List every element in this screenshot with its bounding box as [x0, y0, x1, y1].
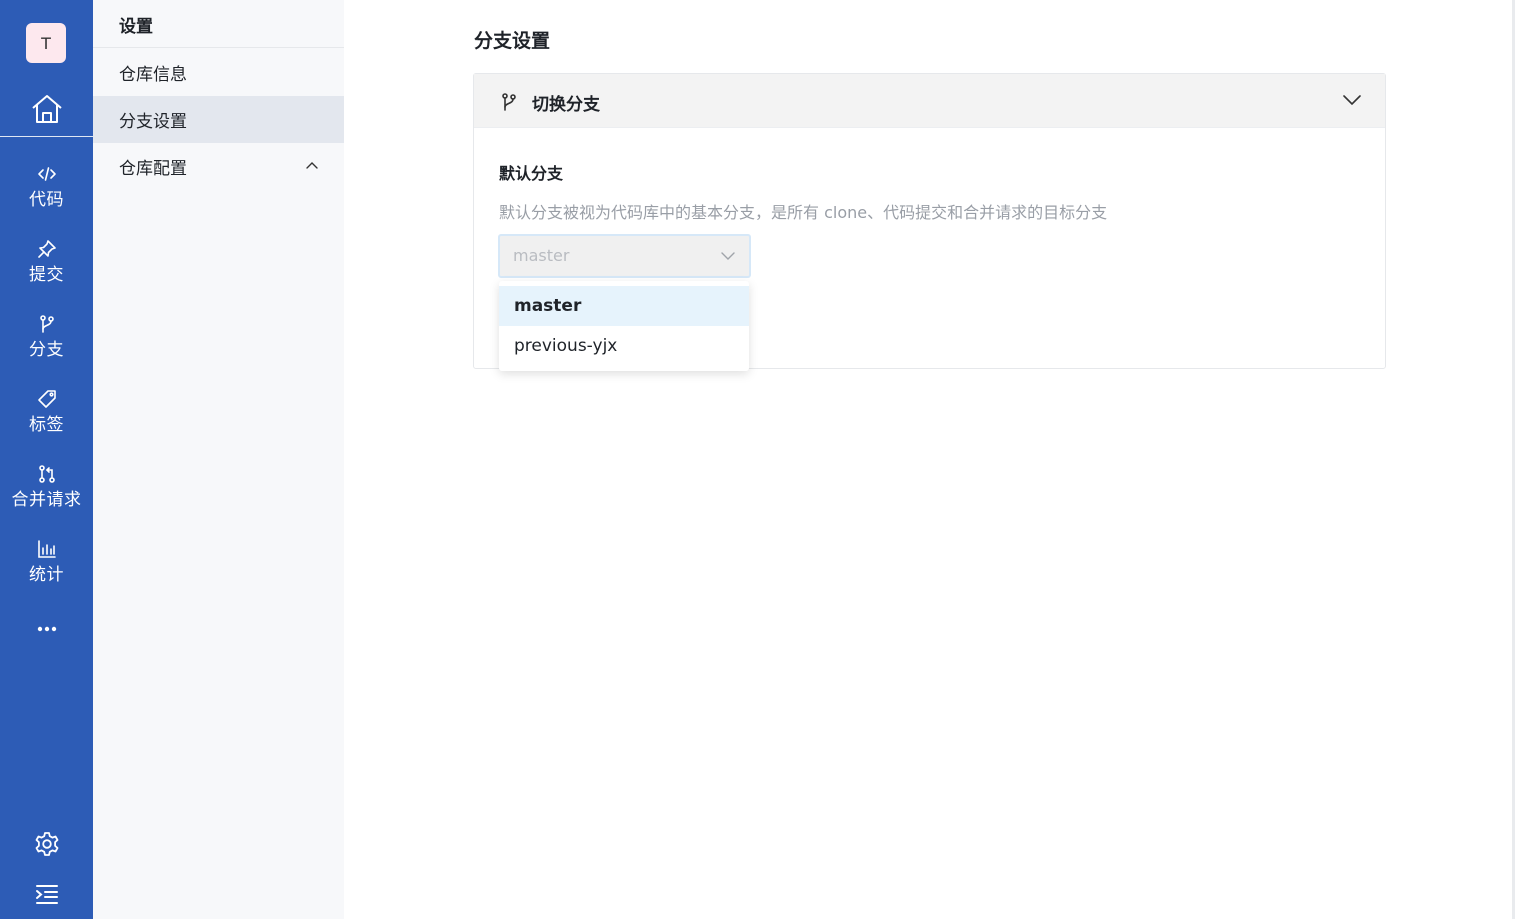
nav-item-tags[interactable]: 标签 — [0, 389, 93, 453]
option-label: master — [514, 296, 582, 316]
sidebar-item-label: 分支设置 — [119, 112, 187, 132]
panel-header[interactable]: 切换分支 — [474, 74, 1385, 128]
tag-icon — [37, 390, 56, 408]
avatar-letter: T — [41, 33, 51, 53]
nav-item-label: 合并请求 — [11, 490, 82, 510]
sidebar-item-label: 仓库配置 — [119, 159, 187, 179]
chevron-up-icon — [306, 162, 318, 169]
sidebar-item-repo-info[interactable]: 仓库信息 — [93, 49, 344, 96]
sidebar-item-label: 仓库信息 — [119, 65, 187, 85]
default-branch-select[interactable]: master — [498, 234, 751, 278]
settings-sidebar: 设置 仓库信息 分支设置 仓库配置 — [93, 0, 344, 919]
rail-divider — [0, 136, 93, 137]
user-avatar[interactable]: T — [26, 23, 66, 63]
nav-item-code[interactable]: 代码 — [0, 164, 93, 228]
nav-item-label: 标签 — [29, 415, 64, 435]
sidebar-item-repo-config[interactable]: 仓库配置 — [93, 143, 344, 190]
page-title: 分支设置 — [474, 30, 551, 52]
nav-item-merge-requests[interactable]: 合并请求 — [0, 464, 93, 528]
pin-icon — [37, 240, 56, 258]
default-branch-description: 默认分支被视为代码库中的基本分支，是所有 clone、代码提交和合并请求的目标分… — [499, 203, 1108, 222]
dropdown-option-previous-yjx[interactable]: previous-yjx — [499, 326, 749, 366]
nav-item-label: 代码 — [29, 190, 64, 210]
branch-icon — [39, 315, 54, 333]
divider — [93, 47, 344, 48]
chevron-down-icon[interactable] — [1343, 94, 1361, 106]
bar-chart-icon — [37, 540, 56, 558]
more-icon[interactable] — [36, 622, 58, 636]
branch-dropdown: master previous-yjx — [499, 281, 749, 371]
nav-item-label: 提交 — [29, 265, 64, 285]
chevron-down-icon — [721, 252, 735, 260]
code-icon — [37, 167, 56, 181]
merge-request-icon — [38, 465, 55, 483]
panel-title: 切换分支 — [532, 95, 600, 115]
nav-item-label: 统计 — [29, 565, 64, 585]
branch-icon — [502, 93, 516, 111]
gear-icon[interactable] — [34, 831, 60, 857]
default-branch-label: 默认分支 — [499, 164, 564, 183]
home-icon[interactable] — [30, 92, 64, 126]
collapse-menu-icon[interactable] — [34, 882, 60, 906]
sidebar-item-branch-settings[interactable]: 分支设置 — [93, 96, 344, 143]
option-label: previous-yjx — [514, 336, 618, 356]
settings-title: 设置 — [119, 17, 153, 37]
select-value: master — [513, 246, 570, 265]
nav-item-label: 分支 — [29, 340, 64, 360]
dropdown-option-master[interactable]: master — [499, 286, 749, 326]
nav-item-stats[interactable]: 统计 — [0, 539, 93, 603]
app-nav-rail: T 代码 提交 分支 标签 合并请求 统计 — [0, 0, 93, 919]
nav-item-commits[interactable]: 提交 — [0, 239, 93, 303]
nav-item-branches[interactable]: 分支 — [0, 314, 93, 378]
